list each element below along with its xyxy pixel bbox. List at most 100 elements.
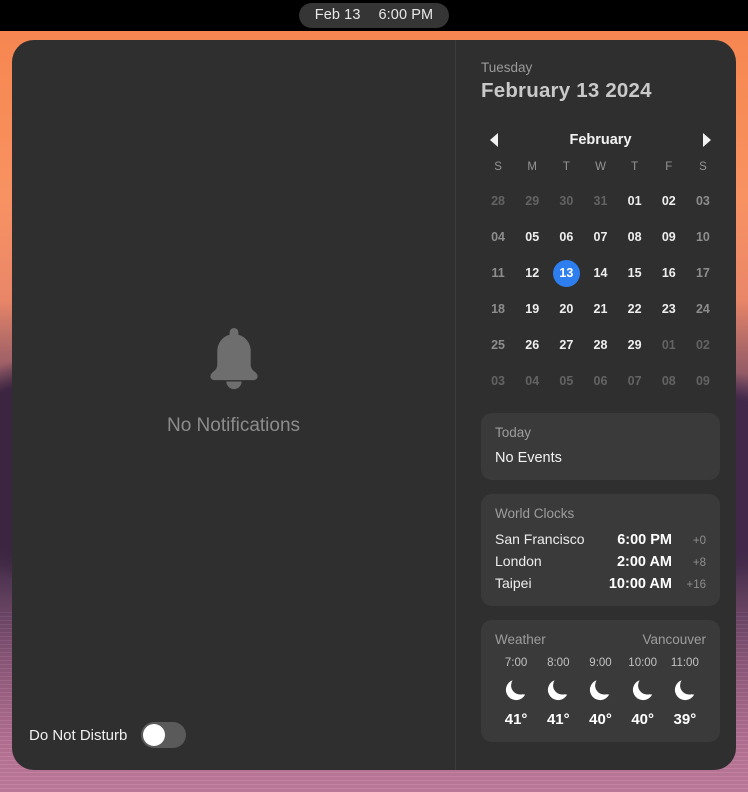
weather-temperature: 40° <box>631 711 655 728</box>
calendar-selected-day: 13 <box>552 259 580 287</box>
world-clock-time: 2:00 AM <box>616 554 672 570</box>
world-clock-offset: +16 <box>686 579 706 591</box>
calendar-widget: February S M T W T F S 28 29 30 31 01 02 03 04 05 06 07 08… <box>481 131 720 399</box>
calendar-grid: S M T W T F S 28 29 30 31 01 02 03 04 05 06 07 08 09 10 11 12 1… <box>481 161 720 399</box>
menubar-clock[interactable]: Feb 13 6:00 PM <box>298 3 450 28</box>
calendar-day-number: 17 <box>695 266 710 280</box>
world-clock-row: Taipei 10:00 AM +16 <box>495 575 706 592</box>
world-clock-row: San Francisco 6:00 PM +0 <box>495 531 706 548</box>
moon-icon <box>672 675 698 705</box>
calendar-day-number: 08 <box>627 230 642 244</box>
calendar-day-number: 05 <box>559 374 574 388</box>
calendar-day-10[interactable]: 10 <box>686 219 720 255</box>
chevron-right-icon <box>703 133 711 147</box>
calendar-day-number: 28 <box>491 194 506 208</box>
calendar-prev-month-button[interactable] <box>485 131 503 149</box>
world-clocks-list: San Francisco 6:00 PM +0 London 2:00 AM +8 Tai… <box>495 531 706 592</box>
calendar-day-28[interactable]: 28 <box>481 183 515 219</box>
calendar-day-26[interactable]: 26 <box>515 327 549 363</box>
calendar-day-16[interactable]: 16 <box>652 255 686 291</box>
calendar-nav: February <box>481 131 720 149</box>
calendar-weekday-header: F <box>665 161 673 173</box>
calendar-day-number: 18 <box>491 302 506 316</box>
calendar-day-11[interactable]: 11 <box>481 255 515 291</box>
calendar-month-label: February <box>569 132 632 148</box>
menu-bar: Feb 13 6:00 PM <box>0 0 748 31</box>
calendar-weekday-header: M <box>527 161 537 173</box>
weather-hour-column: 9:00 40° <box>579 657 621 728</box>
weather-temperature: 39° <box>673 711 697 728</box>
calendar-day-30[interactable]: 30 <box>549 183 583 219</box>
calendar-day-09[interactable]: 09 <box>652 219 686 255</box>
calendar-weekday-header: S <box>699 161 707 173</box>
calendar-day-number: 31 <box>593 194 608 208</box>
calendar-day-06[interactable]: 06 <box>549 219 583 255</box>
world-clock-city: London <box>495 553 542 569</box>
calendar-day-number: 02 <box>695 338 710 352</box>
calendar-day-03[interactable]: 03 <box>481 363 515 399</box>
calendar-next-month-button[interactable] <box>698 131 716 149</box>
calendar-day-17[interactable]: 17 <box>686 255 720 291</box>
calendar-day-13[interactable]: 13 <box>549 255 583 291</box>
calendar-day-number: 23 <box>661 302 676 316</box>
calendar-day-29[interactable]: 29 <box>515 183 549 219</box>
calendar-day-12[interactable]: 12 <box>515 255 549 291</box>
calendar-day-number: 29 <box>525 194 540 208</box>
calendar-day-01[interactable]: 01 <box>652 327 686 363</box>
calendar-day-19[interactable]: 19 <box>515 291 549 327</box>
do-not-disturb-toggle[interactable] <box>141 722 187 748</box>
calendar-day-08[interactable]: 08 <box>618 219 652 255</box>
calendar-day-04[interactable]: 04 <box>481 219 515 255</box>
calendar-day-25[interactable]: 25 <box>481 327 515 363</box>
weather-hour-column: 7:00 41° <box>495 657 537 728</box>
calendar-day-number: 01 <box>627 194 642 208</box>
calendar-day-number: 22 <box>627 302 642 316</box>
world-clock-city: San Francisco <box>495 531 585 547</box>
weather-hour-column: 11:00 39° <box>664 657 706 728</box>
weather-hour-column: 10:00 40° <box>622 657 664 728</box>
calendar-day-02[interactable]: 02 <box>686 327 720 363</box>
calendar-day-15[interactable]: 15 <box>618 255 652 291</box>
world-clocks-title: World Clocks <box>495 506 575 521</box>
calendar-day-number: 09 <box>661 230 676 244</box>
calendar-day-03[interactable]: 03 <box>686 183 720 219</box>
world-clock-time: 6:00 PM <box>617 532 672 548</box>
calendar-day-27[interactable]: 27 <box>549 327 583 363</box>
calendar-day-05[interactable]: 05 <box>515 219 549 255</box>
calendar-day-01[interactable]: 01 <box>618 183 652 219</box>
calendar-day-07[interactable]: 07 <box>583 219 617 255</box>
world-clocks-card: World Clocks San Francisco 6:00 PM +0 Londo… <box>481 494 720 606</box>
calendar-day-number: 20 <box>559 302 574 316</box>
moon-icon <box>587 675 613 705</box>
calendar-day-18[interactable]: 18 <box>481 291 515 327</box>
events-card: Today No Events <box>481 413 720 480</box>
calendar-day-number: 15 <box>627 266 642 280</box>
calendar-day-05[interactable]: 05 <box>549 363 583 399</box>
calendar-day-28[interactable]: 28 <box>583 327 617 363</box>
calendar-day-09[interactable]: 09 <box>686 363 720 399</box>
calendar-day-number: 03 <box>695 194 710 208</box>
calendar-day-22[interactable]: 22 <box>618 291 652 327</box>
calendar-day-24[interactable]: 24 <box>686 291 720 327</box>
no-notifications-label: No Notifications <box>166 415 301 436</box>
calendar-day-20[interactable]: 20 <box>549 291 583 327</box>
weather-card: Weather Vancouver 7:00 41° 8:00 41° 9:00 40° 1… <box>481 620 720 742</box>
do-not-disturb-row[interactable]: Do Not Disturb <box>29 722 187 748</box>
weather-location: Vancouver <box>642 632 706 647</box>
calendar-day-31[interactable]: 31 <box>583 183 617 219</box>
calendar-day-08[interactable]: 08 <box>652 363 686 399</box>
notification-center-panel: No Notifications Do Not Disturb Tuesday … <box>12 40 736 770</box>
calendar-day-23[interactable]: 23 <box>652 291 686 327</box>
moon-icon <box>630 675 656 705</box>
calendar-day-14[interactable]: 14 <box>583 255 617 291</box>
calendar-day-number: 16 <box>661 266 676 280</box>
calendar-weekday-header: W <box>595 161 606 173</box>
calendar-day-number: 14 <box>593 266 608 280</box>
calendar-day-02[interactable]: 02 <box>652 183 686 219</box>
world-clock-time: 10:00 AM <box>608 576 672 592</box>
calendar-day-06[interactable]: 06 <box>583 363 617 399</box>
calendar-day-29[interactable]: 29 <box>618 327 652 363</box>
calendar-day-21[interactable]: 21 <box>583 291 617 327</box>
calendar-day-04[interactable]: 04 <box>515 363 549 399</box>
calendar-day-07[interactable]: 07 <box>618 363 652 399</box>
